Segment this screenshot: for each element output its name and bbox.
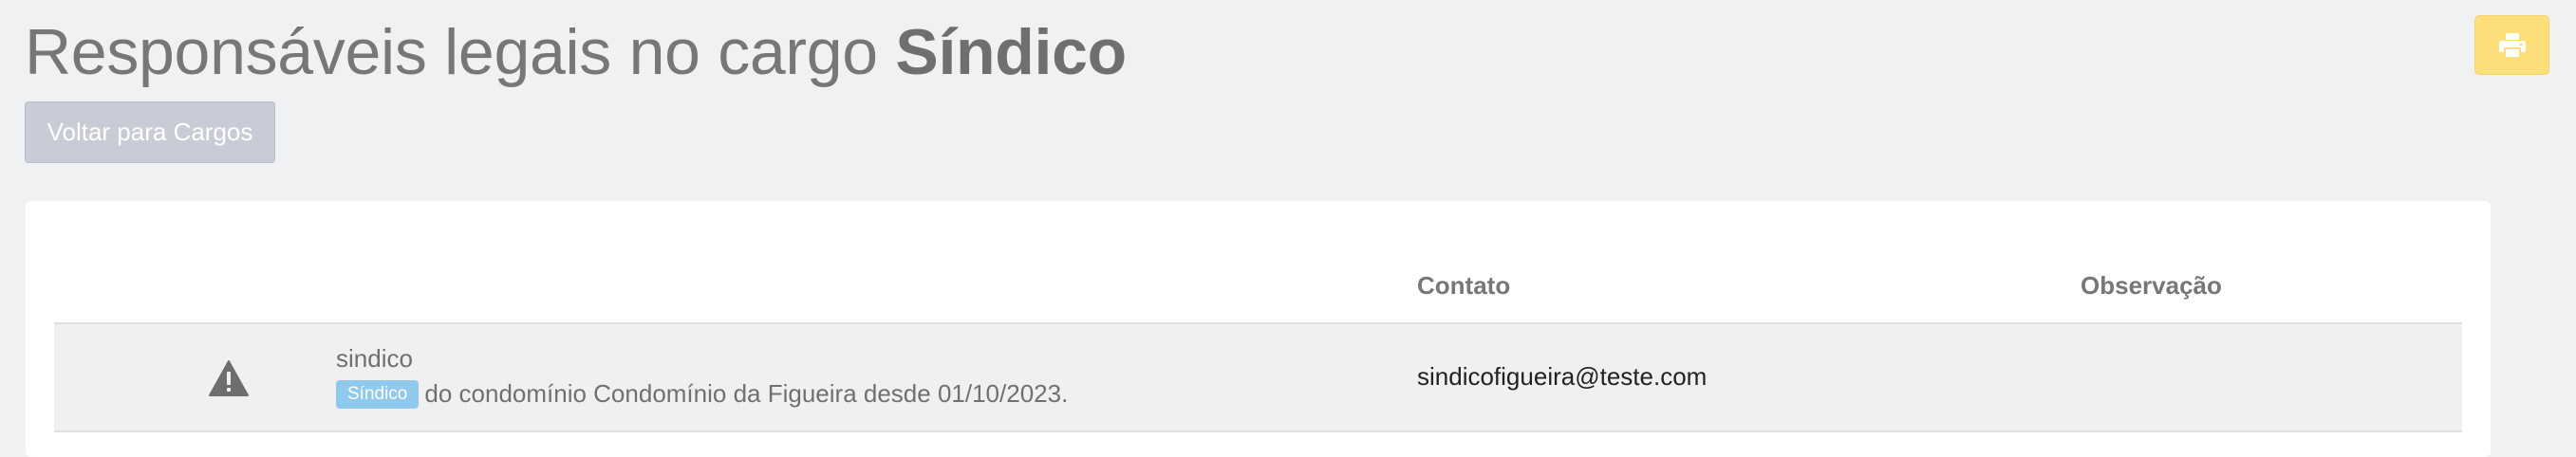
page-title: Responsáveis legais no cargo Síndico <box>25 13 1127 91</box>
table-header: Contato Observação <box>54 201 2462 324</box>
print-button[interactable] <box>2474 15 2549 75</box>
responsible-description: Síndico do condomínio Condomínio da Figu… <box>336 379 1068 409</box>
column-header-observation: Observação <box>2081 271 2222 300</box>
responsibles-card: Contato Observação sindico Síndico do co… <box>26 201 2491 457</box>
page-title-prefix: Responsáveis legais no cargo <box>25 16 878 88</box>
responsibles-table: Contato Observação sindico Síndico do co… <box>54 201 2462 432</box>
back-to-roles-button[interactable]: Voltar para Cargos <box>25 101 275 163</box>
role-badge: Síndico <box>336 379 420 409</box>
page-title-role: Síndico <box>895 16 1127 88</box>
column-header-contact: Contato <box>1417 271 1511 300</box>
contact-email: sindicofigueira@teste.com <box>1417 362 1708 391</box>
warning-icon <box>209 360 249 396</box>
responsible-name: sindico <box>336 344 413 373</box>
print-icon <box>2498 32 2526 59</box>
table-row: sindico Síndico do condomínio Condomínio… <box>54 324 2462 432</box>
responsible-tenure: do condomínio Condomínio da Figueira des… <box>424 379 1069 408</box>
